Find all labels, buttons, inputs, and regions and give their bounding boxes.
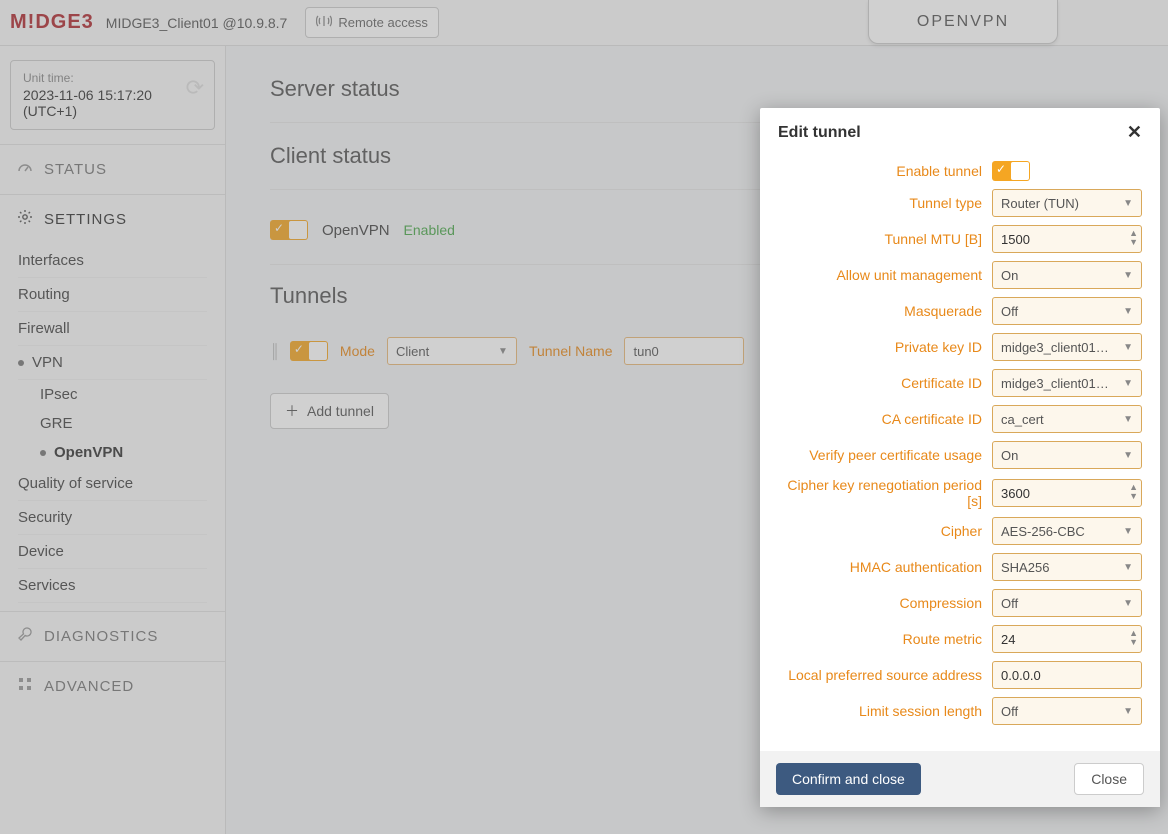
chevron-down-icon: ▼	[1123, 526, 1133, 537]
verify-peer-label: Verify peer certificate usage	[778, 447, 992, 463]
allow-mgmt-select[interactable]: On ▼	[992, 261, 1142, 289]
spinner-icon[interactable]: ▲▼	[1129, 229, 1138, 247]
chevron-down-icon: ▼	[1123, 562, 1133, 573]
enable-tunnel-label: Enable tunnel	[778, 163, 992, 179]
certificate-label: Certificate ID	[778, 375, 992, 391]
allow-mgmt-value: On	[1001, 268, 1018, 283]
route-metric-label: Route metric	[778, 631, 992, 647]
chevron-down-icon: ▼	[1123, 598, 1133, 609]
local-source-label: Local preferred source address	[778, 667, 992, 683]
close-button[interactable]: Close	[1074, 763, 1144, 795]
route-metric-input[interactable]	[992, 625, 1142, 653]
chevron-down-icon: ▼	[1123, 270, 1133, 281]
ca-cert-value: ca_cert	[1001, 412, 1044, 427]
chevron-down-icon: ▼	[1123, 342, 1133, 353]
chevron-down-icon: ▼	[1123, 706, 1133, 717]
tunnel-type-select[interactable]: Router (TUN) ▼	[992, 189, 1142, 217]
enable-tunnel-toggle[interactable]	[992, 161, 1030, 181]
cipher-value: AES-256-CBC	[1001, 524, 1085, 539]
certificate-value: midge3_client01_cert	[1001, 376, 1111, 391]
cipher-label: Cipher	[778, 523, 992, 539]
private-key-select[interactable]: midge3_client01_key ▼	[992, 333, 1142, 361]
reneg-period-input[interactable]	[992, 479, 1142, 507]
masquerade-select[interactable]: Off ▼	[992, 297, 1142, 325]
ca-cert-select[interactable]: ca_cert ▼	[992, 405, 1142, 433]
spinner-icon[interactable]: ▲▼	[1129, 483, 1138, 501]
masquerade-value: Off	[1001, 304, 1018, 319]
verify-peer-value: On	[1001, 448, 1018, 463]
tunnel-mtu-label: Tunnel MTU [B]	[778, 231, 992, 247]
private-key-label: Private key ID	[778, 339, 992, 355]
spinner-icon[interactable]: ▲▼	[1129, 629, 1138, 647]
masquerade-label: Masquerade	[778, 303, 992, 319]
tunnel-type-value: Router (TUN)	[1001, 196, 1079, 211]
hmac-value: SHA256	[1001, 560, 1049, 575]
cipher-select[interactable]: AES-256-CBC ▼	[992, 517, 1142, 545]
compression-value: Off	[1001, 596, 1018, 611]
limit-session-select[interactable]: Off ▼	[992, 697, 1142, 725]
local-source-input[interactable]	[992, 661, 1142, 689]
limit-session-value: Off	[1001, 704, 1018, 719]
modal-title: Edit tunnel	[778, 124, 861, 142]
confirm-close-button[interactable]: Confirm and close	[776, 763, 921, 795]
ca-cert-label: CA certificate ID	[778, 411, 992, 427]
tunnel-mtu-input[interactable]	[992, 225, 1142, 253]
compression-select[interactable]: Off ▼	[992, 589, 1142, 617]
limit-session-label: Limit session length	[778, 703, 992, 719]
reneg-period-label: Cipher key renegotiation period [s]	[778, 477, 992, 509]
tunnel-type-label: Tunnel type	[778, 195, 992, 211]
chevron-down-icon: ▼	[1123, 198, 1133, 209]
verify-peer-select[interactable]: On ▼	[992, 441, 1142, 469]
hmac-label: HMAC authentication	[778, 559, 992, 575]
hmac-select[interactable]: SHA256 ▼	[992, 553, 1142, 581]
private-key-value: midge3_client01_key	[1001, 340, 1111, 355]
chevron-down-icon: ▼	[1123, 450, 1133, 461]
close-icon[interactable]: ✕	[1127, 122, 1142, 143]
compression-label: Compression	[778, 595, 992, 611]
certificate-select[interactable]: midge3_client01_cert ▼	[992, 369, 1142, 397]
edit-tunnel-modal: Edit tunnel ✕ Enable tunnel Tunnel type …	[760, 108, 1160, 807]
chevron-down-icon: ▼	[1123, 306, 1133, 317]
allow-mgmt-label: Allow unit management	[778, 267, 992, 283]
chevron-down-icon: ▼	[1123, 414, 1133, 425]
chevron-down-icon: ▼	[1123, 378, 1133, 389]
